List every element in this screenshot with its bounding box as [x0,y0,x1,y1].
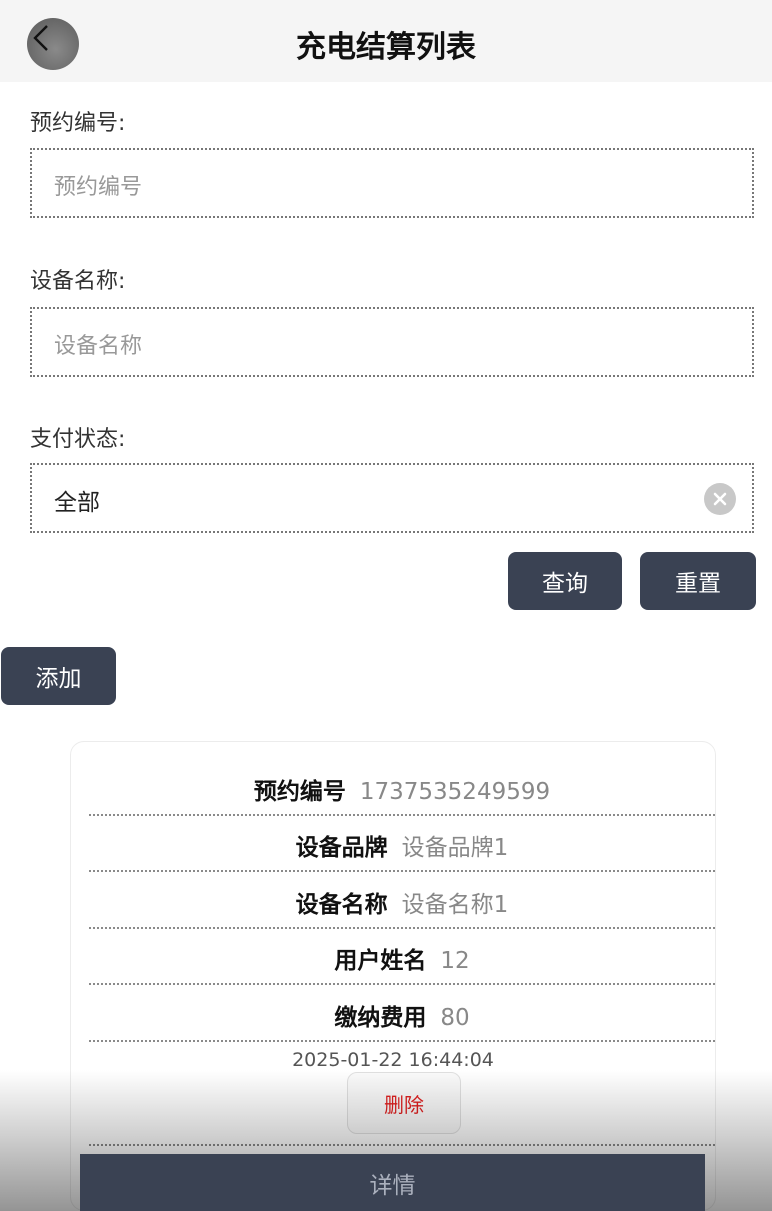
card-row-device-name: 设备名称 设备名称1 [89,873,715,929]
pay-status-value: 全部 [54,490,100,516]
device-name-label: 设备名称: [30,269,126,294]
booking-no-input[interactable]: 预约编号 [30,148,754,218]
row-value: 设备名称1 [401,892,509,918]
settlement-card: 预约编号 1737535249599 设备品牌 设备品牌1 设备名称 设备名称1 用户… [70,741,716,1211]
card-row-booking-no: 预约编号 1737535249599 [89,760,715,816]
reset-button[interactable]: 重置 [640,552,756,610]
pay-status-select[interactable]: 全部 [30,463,754,533]
booking-no-placeholder: 预约编号 [54,175,143,200]
row-value: 12 [440,948,470,974]
booking-no-label: 预约编号: [30,111,126,136]
add-button[interactable]: 添加 [1,647,116,705]
query-button[interactable]: 查询 [508,552,622,610]
row-key: 用户姓名 [334,948,427,974]
page-title: 充电结算列表 [296,30,476,65]
card-row-device-brand: 设备品牌 设备品牌1 [89,816,715,872]
device-name-placeholder: 设备名称 [54,334,143,359]
row-key: 设备品牌 [295,835,388,861]
top-bar: 充电结算列表 [0,0,772,82]
card-row-fee: 缴纳费用 80 [89,986,715,1042]
row-value: 1737535249599 [359,779,551,805]
row-key: 缴纳费用 [334,1005,427,1031]
card-timestamp: 2025-01-22 16:44:04 [292,1049,494,1071]
row-value: 设备品牌1 [401,835,509,861]
device-name-input[interactable]: 设备名称 [30,307,754,377]
divider [89,1144,715,1146]
row-value: 80 [440,1005,470,1031]
row-key: 预约编号 [253,779,346,805]
delete-button[interactable]: 删除 [347,1072,461,1134]
clear-icon[interactable] [704,483,736,515]
card-row-user-name: 用户姓名 12 [89,929,715,985]
pay-status-label: 支付状态: [30,427,126,452]
detail-button[interactable]: 详情 [80,1154,705,1211]
row-key: 设备名称 [295,892,388,918]
